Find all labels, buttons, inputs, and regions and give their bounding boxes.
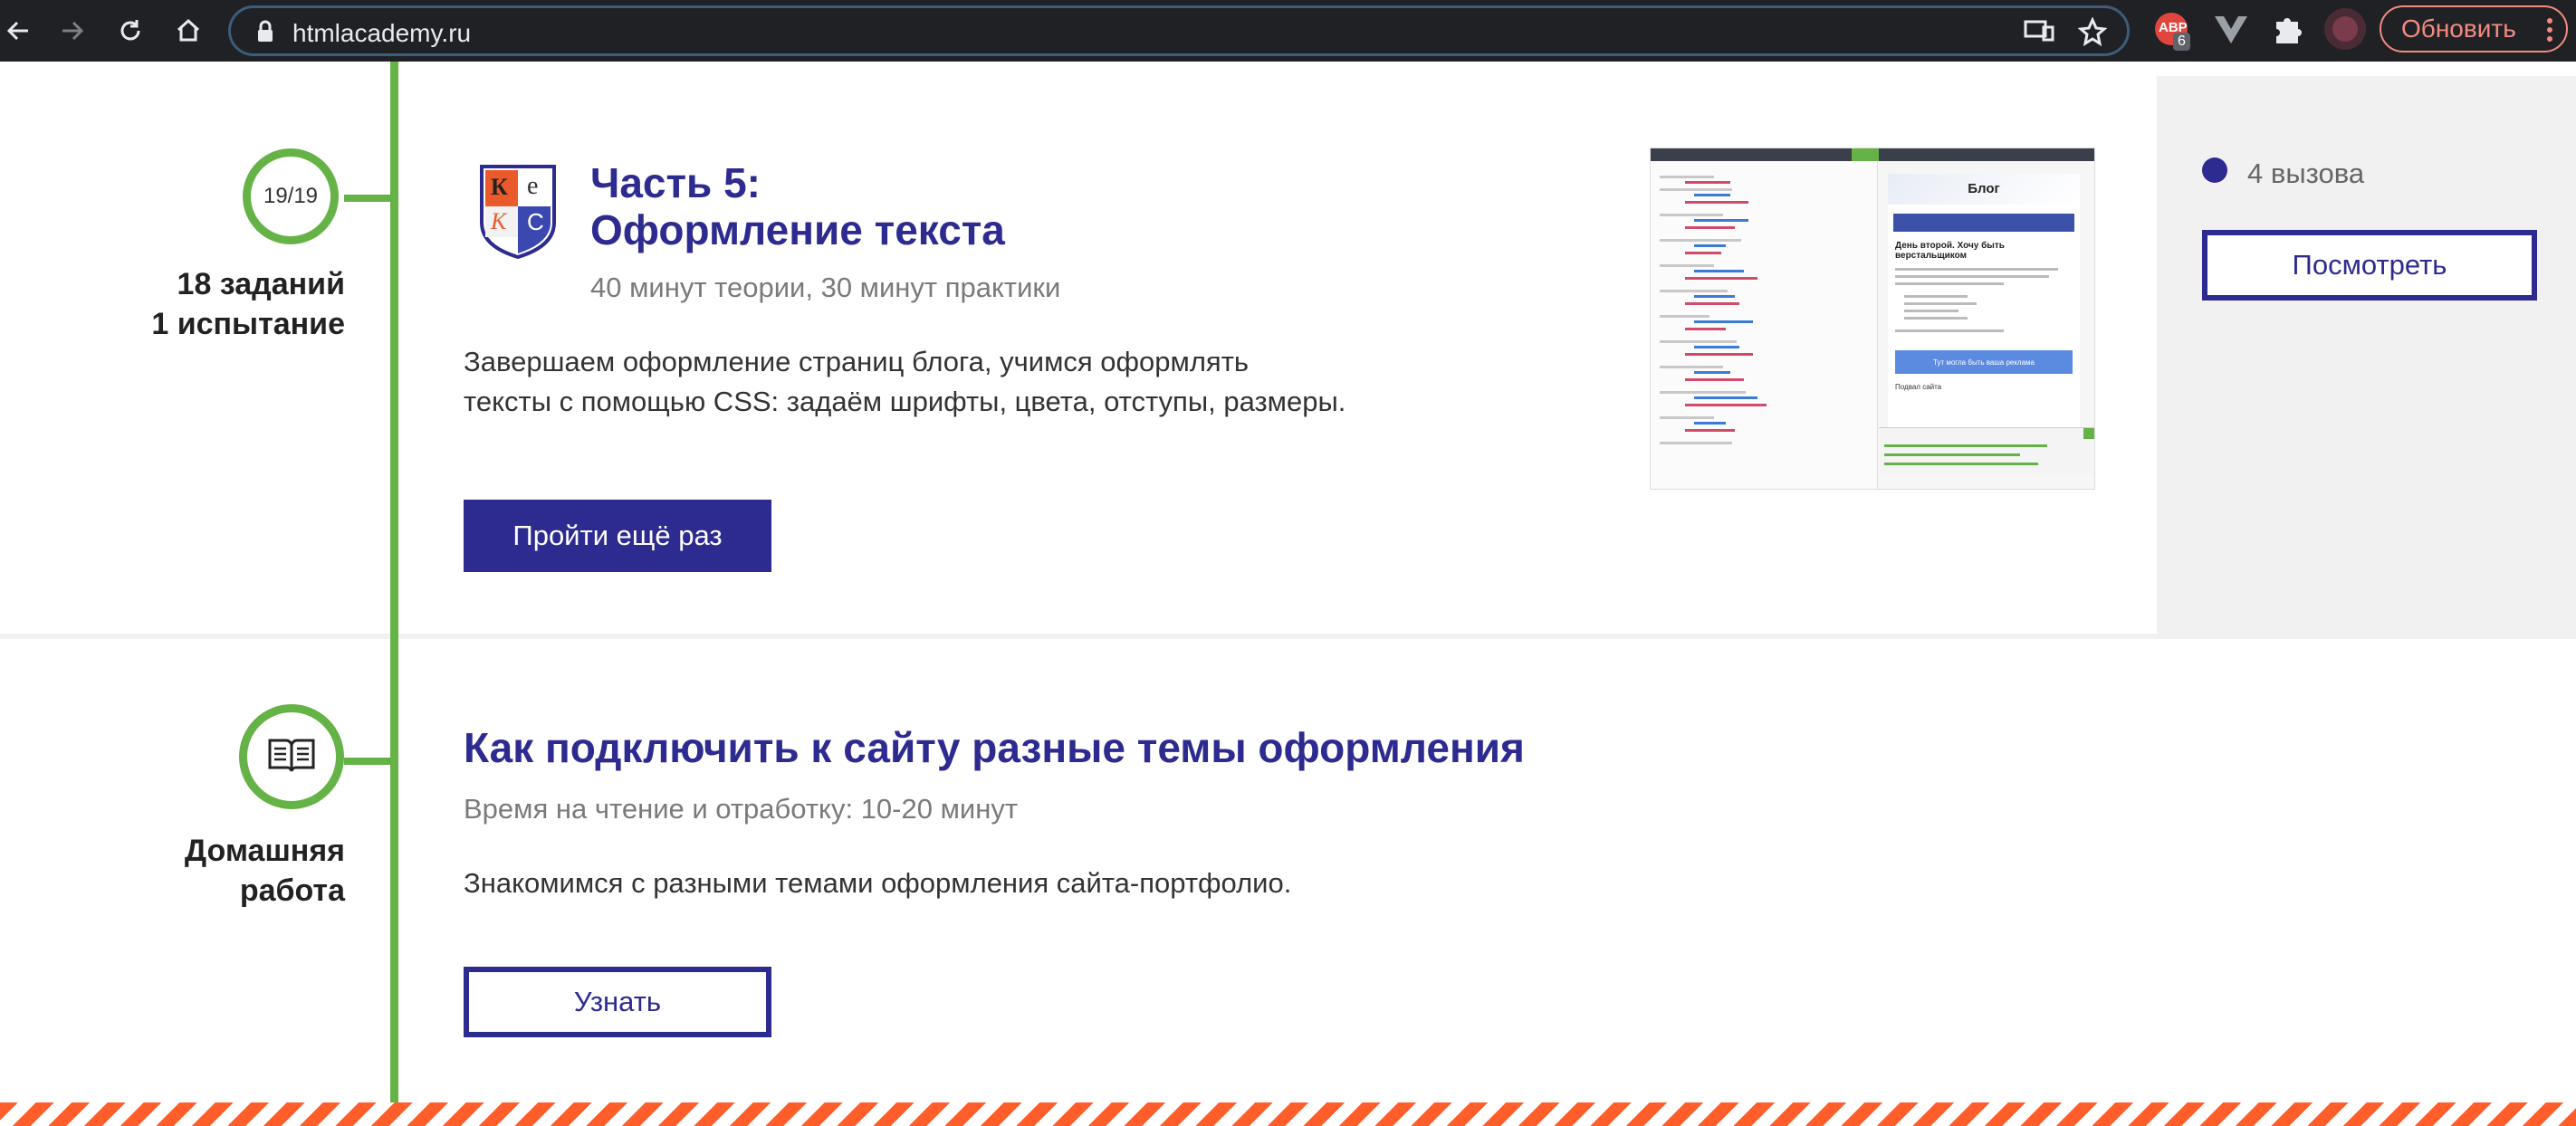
preview-footer: Подвал сайта	[1895, 383, 1942, 391]
learn-more-button[interactable]: Узнать	[464, 967, 771, 1037]
homework-label-line2: работа	[239, 873, 345, 908]
course-title-line1: Часть 5:	[590, 159, 761, 206]
tasks-summary: 18 заданий 1 испытание	[37, 264, 345, 344]
bookmark-star-icon[interactable]	[2077, 16, 2108, 51]
timeline-connector-homework	[344, 758, 398, 765]
forward-arrow-icon[interactable]	[54, 13, 91, 49]
retake-course-button[interactable]: Пройти ещё раз	[464, 500, 771, 572]
logo-letter-1: К	[491, 174, 508, 200]
adblock-count-badge: 6	[2173, 33, 2190, 51]
progress-counter: 19/19	[263, 184, 319, 208]
progress-circle: 19/19	[243, 148, 339, 244]
homework-duration: Время на чтение и отработку: 10-20 минут	[464, 793, 1019, 825]
challenges-count: 4 вызова	[2247, 157, 2365, 189]
run-indicator	[1852, 148, 1879, 161]
open-book-icon	[268, 737, 315, 778]
course-shield-logo: К е К С	[478, 163, 558, 260]
code-editor-pane	[1651, 161, 1878, 489]
course-title-line2: Оформление текста	[590, 206, 1005, 253]
adblock-extension-icon[interactable]: ABP 6	[2153, 11, 2193, 55]
extensions-puzzle-icon[interactable]	[2269, 11, 2305, 52]
course-title[interactable]: Часть 5: Оформление текста	[590, 159, 1005, 253]
preview-nav-bar	[1893, 214, 2074, 232]
homework-circle	[239, 704, 344, 809]
profile-avatar[interactable]	[2323, 7, 2367, 55]
section-divider	[0, 634, 2576, 639]
logo-letter-2: е	[527, 172, 539, 200]
url-text: htmlacademy.ru	[292, 19, 472, 47]
description-line2: тексты с помощью CSS: задаём шрифты, цве…	[464, 386, 1346, 417]
view-challenges-button[interactable]: Посмотреть	[2202, 230, 2537, 301]
progress-timeline	[390, 62, 398, 1126]
reload-icon[interactable]	[112, 13, 148, 49]
timeline-connector	[344, 195, 398, 202]
lock-icon	[256, 20, 274, 48]
address-bar[interactable]: htmlacademy.ru	[228, 5, 2130, 56]
course-preview-screenshot[interactable]: Блог День второй. Хочу быть верстальщико…	[1650, 148, 2095, 490]
back-arrow-icon[interactable]	[0, 13, 36, 49]
decorative-hazard-stripe	[0, 1102, 2576, 1126]
logo-letter-4: С	[527, 208, 544, 235]
update-button-label: Обновить	[2401, 14, 2516, 43]
trials-count: 1 испытание	[151, 307, 345, 341]
more-menu-icon[interactable]	[2546, 16, 2553, 50]
homework-label: Домашняя работа	[37, 831, 345, 911]
course-description: Завершаем оформление страниц блога, учим…	[464, 342, 1345, 422]
vue-devtools-icon[interactable]	[2213, 11, 2249, 52]
homework-label-line1: Домашняя	[184, 834, 345, 868]
preview-cta-banner: Тут могла быть ваша реклама	[1895, 350, 2073, 374]
preview-pane: Блог День второй. Хочу быть верстальщико…	[1888, 174, 2080, 427]
preview-heading: День второй. Хочу быть верстальщиком	[1895, 241, 2005, 261]
home-icon[interactable]	[170, 13, 206, 49]
homework-description: Знакомимся с разными темами оформления с…	[464, 867, 1292, 899]
preview-blog-title: Блог	[1888, 174, 2080, 205]
challenges-dot	[2202, 157, 2227, 183]
browser-toolbar: htmlacademy.ru ABP 6 Обновить	[0, 0, 2576, 62]
preview-text-block	[1895, 268, 2073, 345]
tasks-count: 18 заданий	[177, 267, 345, 301]
logo-letter-3: К	[491, 208, 507, 234]
update-browser-button[interactable]: Обновить	[2380, 5, 2568, 52]
homework-title[interactable]: Как подключить к сайту разные темы оформ…	[464, 724, 1525, 771]
course-duration: 40 минут теории, 30 минут практики	[590, 272, 1061, 303]
description-line1: Завершаем оформление страниц блога, учим…	[464, 346, 1250, 377]
install-app-icon[interactable]	[2024, 17, 2054, 49]
preview-test-panel	[1879, 427, 2094, 473]
